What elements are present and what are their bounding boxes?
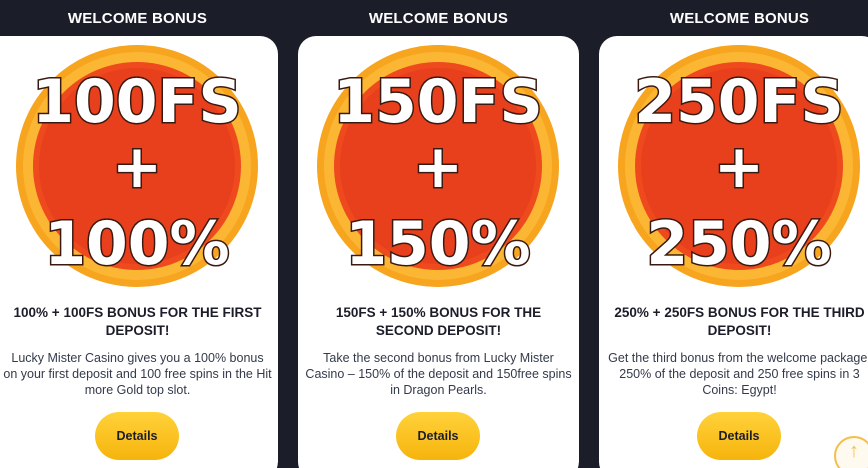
bonus-description: Get the third bonus from the welcome pac… xyxy=(608,351,868,397)
card-header: WELCOME BONUS xyxy=(368,9,509,27)
badge-line-2: + xyxy=(714,132,764,202)
bonus-title: 100% + 100FS BONUS FOR THE FIRST DEPOSIT… xyxy=(13,305,262,338)
card-body: 250FS + 250% 250% + 250FS BONUS FOR THE … xyxy=(599,36,868,468)
badge-line-2: + xyxy=(413,132,463,202)
badge-line-3: 250% xyxy=(646,209,831,279)
bonus-description: Take the second bonus from Lucky Mister … xyxy=(305,351,572,397)
details-button[interactable]: Details xyxy=(697,412,781,460)
badge-line-1: 250FS xyxy=(634,67,843,137)
badge-line-3: 100% xyxy=(44,209,229,279)
bonus-title: 250% + 250FS BONUS FOR THE THIRD DEPOSIT… xyxy=(614,305,865,338)
badge-line-1: 100FS xyxy=(32,67,241,137)
bonus-medal-image: 250FS + 250% xyxy=(609,42,868,294)
details-button[interactable]: Details xyxy=(396,412,480,460)
badge-line-2: + xyxy=(112,132,162,202)
arrow-up-icon: ↑ xyxy=(849,440,859,462)
bonus-medal-image: 150FS + 150% xyxy=(308,42,569,294)
bonus-description: Lucky Mister Casino gives you a 100% bon… xyxy=(3,351,272,397)
card-body: 100FS + 100% 100% + 100FS BONUS FOR THE … xyxy=(0,36,278,468)
bonus-medal-image: 100FS + 100% xyxy=(7,42,268,294)
card-header: WELCOME BONUS xyxy=(67,9,208,27)
card-header: WELCOME BONUS xyxy=(669,9,810,27)
details-button[interactable]: Details xyxy=(95,412,179,460)
bonus-card-1: WELCOME BONUS 100FS + 100% 100% + 100FS … xyxy=(0,0,278,468)
scroll-to-top-button[interactable]: ↑ xyxy=(834,436,868,468)
badge-line-1: 150FS xyxy=(333,67,542,137)
bonus-card-2: WELCOME BONUS 150FS + 150% 150FS + 150% … xyxy=(298,0,579,468)
badge-line-3: 150% xyxy=(345,209,530,279)
card-body: 150FS + 150% 150FS + 150% BONUS FOR THE … xyxy=(298,36,579,468)
bonus-title: 150FS + 150% BONUS FOR THE SECOND DEPOSI… xyxy=(335,305,542,338)
bonus-card-3: WELCOME BONUS 250FS + 250% 250% + 250FS … xyxy=(599,0,868,468)
